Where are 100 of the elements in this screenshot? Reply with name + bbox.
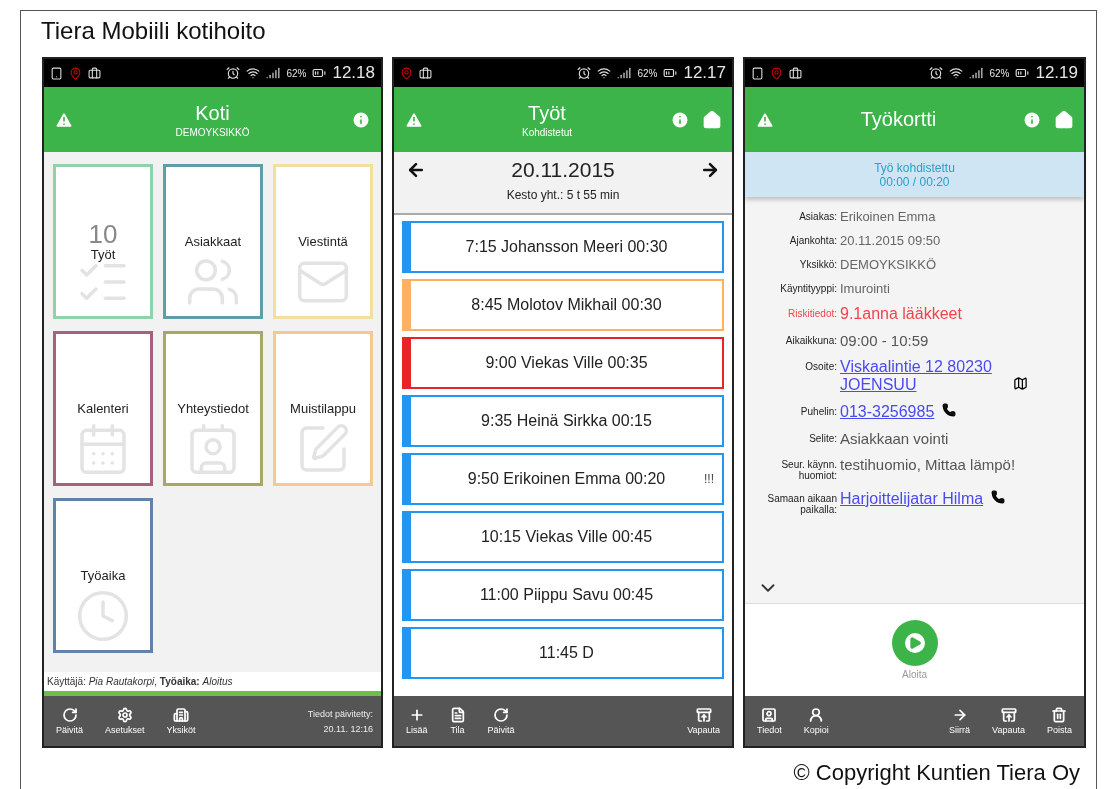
alert-mark: !!! bbox=[704, 472, 714, 486]
info-icon bbox=[351, 109, 371, 130]
signal-icon bbox=[969, 66, 984, 80]
field-label: Samaan aikaan paikalla: bbox=[766, 492, 837, 515]
toolbar-button[interactable]: Kopioi bbox=[799, 707, 833, 735]
map-pin-icon bbox=[69, 66, 82, 80]
toolbar-button[interactable]: Päivitä bbox=[52, 707, 87, 735]
menu-tile[interactable]: Muistilappu bbox=[273, 331, 373, 486]
header-title: Työt bbox=[528, 101, 566, 125]
start-button[interactable] bbox=[891, 620, 938, 666]
job-item[interactable]: 11:00 Piippu Savu 00:45 bbox=[402, 569, 724, 621]
map-pin-icon bbox=[400, 66, 413, 80]
field-label: Yksikkö: bbox=[798, 258, 837, 270]
tile-label: Yhteystiedot bbox=[177, 401, 249, 416]
header-subtitle: DEMOYKSIKKÖ bbox=[175, 126, 250, 138]
toolbar-button[interactable]: Yksiköt bbox=[162, 707, 200, 735]
briefcase-icon bbox=[789, 66, 802, 80]
battery-icon bbox=[663, 66, 678, 80]
header-subtitle: Kohdistetut bbox=[521, 126, 572, 138]
alarm-icon bbox=[577, 66, 592, 80]
battery-icon bbox=[1015, 66, 1030, 80]
toolbar-button[interactable]: Vapauta bbox=[988, 707, 1029, 735]
tile-label: Viestintä bbox=[298, 234, 348, 249]
menu-tile[interactable]: Viestintä bbox=[273, 164, 373, 319]
header-title: Koti bbox=[195, 101, 230, 125]
tile-label: Työaika bbox=[80, 568, 126, 583]
job-item[interactable]: 9:00 Viekas Ville 00:35 bbox=[402, 337, 724, 389]
field-value: Imurointi bbox=[840, 281, 890, 296]
battery-icon bbox=[312, 66, 327, 80]
menu-tile[interactable]: Kalenteri bbox=[53, 331, 153, 486]
clock-time: 12.18 bbox=[332, 63, 375, 83]
tile-count: 10 bbox=[88, 221, 118, 247]
home-icon bbox=[1054, 109, 1074, 130]
toolbar-button[interactable]: Lisää bbox=[402, 707, 432, 735]
document-icon bbox=[449, 707, 466, 723]
settings-icon bbox=[116, 707, 133, 723]
field-value: Erikoinen Emma bbox=[840, 209, 936, 224]
field-value: Asiakkaan vointi bbox=[840, 430, 949, 447]
toolbar-button[interactable]: Tiedot bbox=[753, 707, 786, 735]
header-title: Työkortti bbox=[860, 108, 937, 131]
tile-label: Kalenteri bbox=[77, 401, 129, 416]
menu-tile[interactable]: Asiakkaat bbox=[163, 164, 263, 319]
job-item[interactable]: 11:45 D bbox=[402, 627, 724, 679]
toolbar-button[interactable]: Vapauta bbox=[683, 707, 724, 735]
job-item[interactable]: 9:50 Erikoinen Emma 00:20 !!! bbox=[402, 453, 724, 505]
updated-text: Tiedot päivitetty: bbox=[307, 708, 373, 719]
toolbar-button[interactable]: Poista bbox=[1043, 707, 1076, 735]
contact-link[interactable]: Harjoittelijatar Hilma bbox=[840, 490, 984, 508]
trash-icon bbox=[1051, 707, 1068, 723]
refresh-icon bbox=[493, 707, 509, 723]
clock-time: 12.19 bbox=[1035, 63, 1078, 83]
building-icon bbox=[173, 707, 190, 723]
toolbar-button[interactable]: Asetukset bbox=[101, 707, 149, 735]
job-item[interactable]: 7:15 Johansson Meeri 00:30 bbox=[402, 221, 724, 273]
battery-percent: 62% bbox=[286, 67, 307, 79]
clock-time: 12.17 bbox=[683, 63, 726, 83]
tile-label: Muistilappu bbox=[290, 401, 356, 416]
signal-icon bbox=[266, 66, 281, 80]
map-pin-icon bbox=[770, 66, 783, 80]
field-label: Selite: bbox=[808, 432, 837, 444]
briefcase-icon bbox=[88, 66, 101, 80]
field-label: Asiakas: bbox=[798, 210, 837, 222]
total-duration: Kesto yht.: 5 t 55 min bbox=[506, 188, 620, 202]
home-icon bbox=[702, 109, 722, 130]
field-label: Käyntityyppi: bbox=[779, 282, 837, 294]
menu-tile[interactable]: Työaika bbox=[53, 498, 153, 653]
phone-icon bbox=[942, 403, 957, 417]
wifi-icon bbox=[597, 66, 612, 80]
previous-day-button[interactable] bbox=[406, 160, 426, 180]
next-day-button[interactable] bbox=[700, 160, 720, 180]
person-icon bbox=[808, 707, 825, 723]
toolbar-button[interactable]: Siirrä bbox=[945, 707, 975, 735]
job-item[interactable]: 9:35 Heinä Sirkka 00:15 bbox=[402, 395, 724, 447]
copyright-text: © Copyright Kuntien Tiera Oy bbox=[792, 759, 1081, 786]
wifi-icon bbox=[949, 66, 964, 80]
job-item[interactable]: 8:45 Molotov Mikhail 00:30 bbox=[402, 279, 724, 331]
job-item[interactable]: 10:15 Viekas Ville 00:45 bbox=[402, 511, 724, 563]
toolbar-button[interactable]: Tila bbox=[445, 707, 470, 735]
field-label: Ajankohta: bbox=[788, 234, 837, 246]
toolbar-button[interactable]: Päivitä bbox=[483, 707, 519, 735]
tablet-icon bbox=[50, 66, 63, 80]
tile-label: Työt bbox=[90, 247, 116, 262]
contact-link[interactable]: 013-3256985 bbox=[840, 403, 935, 421]
wifi-icon bbox=[246, 66, 261, 80]
field-value: testihuomio, Mittaa lämpö! bbox=[840, 456, 1016, 473]
briefcase-icon bbox=[419, 66, 432, 80]
field-label: Seur. käynn. huomiot: bbox=[780, 458, 837, 481]
info-icon bbox=[1022, 109, 1042, 130]
document-title: Tiera Mobiili kotihoito bbox=[40, 16, 267, 46]
field-value: DEMOYKSIKKÖ bbox=[840, 257, 937, 272]
banner-text: Työ kohdistettu bbox=[874, 160, 955, 175]
date-label: 20.11.2015 bbox=[510, 158, 616, 182]
address-link[interactable]: Viskaalintie 12 80230 JOENSUU bbox=[840, 358, 1005, 394]
box-arrow-icon bbox=[695, 707, 712, 723]
field-label: Osoite: bbox=[804, 360, 837, 372]
tablet-icon bbox=[751, 66, 764, 80]
signal-icon bbox=[617, 66, 632, 80]
menu-tile[interactable]: Yhteystiedot bbox=[163, 331, 263, 486]
updated-text: 20.11. 12:16 bbox=[323, 723, 373, 734]
menu-tile[interactable]: 10 Työt bbox=[53, 164, 153, 319]
